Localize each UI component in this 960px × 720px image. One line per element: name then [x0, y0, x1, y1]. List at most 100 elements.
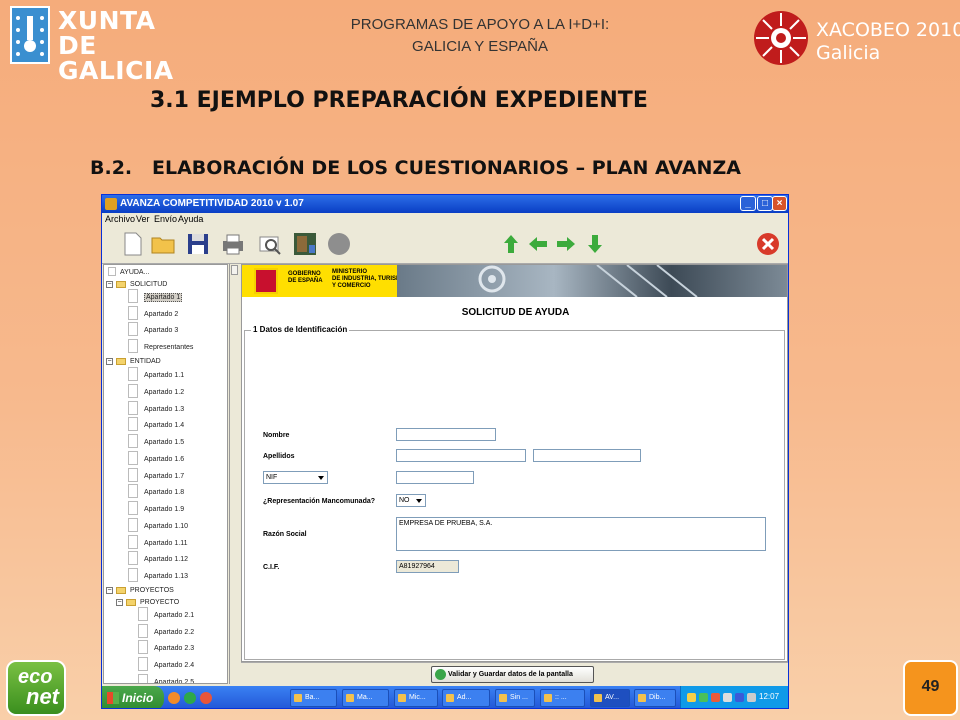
document-icon: [128, 417, 138, 432]
document-icon: [138, 657, 148, 672]
document-number-input[interactable]: [396, 471, 474, 484]
tree-item-apartado[interactable]: Apartado 2.5: [138, 673, 194, 683]
tree-item-apartado[interactable]: Apartado 1.13: [128, 568, 188, 583]
tree-label: Apartado 1.1: [144, 372, 185, 379]
exit-app-icon[interactable]: [292, 231, 318, 257]
tree-item-apartado[interactable]: Apartado 1.11: [128, 534, 187, 550]
tree-item-apartado[interactable]: Apartado 1.12: [128, 551, 188, 566]
validate-bar: Validar y Guardar datos de la pantalla: [241, 662, 788, 684]
tree-item-apartado[interactable]: Apartado 2.1: [138, 607, 195, 622]
volume-icon[interactable]: [747, 693, 756, 702]
open-folder-icon[interactable]: [150, 231, 176, 257]
pdf-preview-icon[interactable]: [257, 231, 283, 257]
close-window-button[interactable]: ×: [772, 196, 787, 211]
menu-ver[interactable]: Ver: [136, 214, 150, 224]
razon-social-input[interactable]: EMPRESA DE PRUEBA, S.A.: [396, 517, 766, 551]
quicklaunch-browser-icon[interactable]: [168, 692, 180, 704]
taskbar-window-button[interactable]: Ma...: [342, 689, 389, 707]
mancomunada-value: NO: [399, 497, 410, 504]
quicklaunch-app-icon[interactable]: [184, 692, 196, 704]
start-button[interactable]: Inicio: [102, 686, 164, 708]
collapse-icon[interactable]: −: [106, 358, 113, 365]
tray-icon[interactable]: [723, 693, 732, 702]
tree-label: Apartado 1.4: [144, 422, 185, 430]
collapse-icon[interactable]: −: [116, 599, 123, 606]
menu-archivo[interactable]: Archivo: [105, 214, 135, 224]
tray-icon[interactable]: [687, 693, 696, 702]
tree-label: Apartado 2.1: [154, 612, 195, 619]
close-icon[interactable]: [755, 231, 781, 257]
tree-scrollbar[interactable]: [229, 264, 239, 684]
banner-ministerio-text: MINISTERIO DE INDUSTRIA, TURISMO Y COMER…: [332, 269, 406, 289]
taskbar-window-button[interactable]: Dib...: [634, 689, 676, 707]
new-document-icon[interactable]: [120, 231, 146, 257]
coat-of-arms-icon: [254, 268, 278, 294]
apellido1-input[interactable]: [396, 449, 526, 462]
collapse-icon[interactable]: −: [106, 587, 113, 594]
taskbar-window-button[interactable]: Ba...: [290, 689, 337, 707]
folder-icon: [116, 587, 126, 594]
tree-item-apartado[interactable]: Apartado 1.10: [128, 517, 188, 533]
taskbar-window-button[interactable]: AV...: [590, 689, 630, 707]
tree-label: ENTIDAD: [130, 358, 161, 365]
arrow-left-icon[interactable]: [525, 231, 551, 257]
tree-item-apartado[interactable]: Representantes: [128, 339, 193, 354]
taskbar-window-button[interactable]: Sin ...: [495, 689, 535, 707]
tree-item-apartado[interactable]: Apartado 1.9: [128, 501, 184, 516]
taskbar-window-button[interactable]: Mic...: [394, 689, 438, 707]
mancomunada-select[interactable]: NO: [396, 494, 426, 507]
document-type-select[interactable]: NIF: [263, 471, 328, 484]
scroll-up-arrow-icon[interactable]: [231, 265, 238, 275]
cif-label: C.I.F.: [263, 564, 280, 571]
record-icon[interactable]: [326, 231, 352, 257]
arrow-down-icon[interactable]: [582, 231, 608, 257]
tree-folder-proyectos[interactable]: − PROYECTOS: [106, 585, 174, 597]
xunta-logo-line2: DE GALICIA: [58, 31, 174, 85]
document-icon: [128, 467, 138, 482]
apellido2-input[interactable]: [533, 449, 641, 462]
menu-envio[interactable]: Envío: [154, 214, 177, 224]
tree-item-apartado[interactable]: Apartado 1.3: [128, 400, 184, 416]
tree-item-apartado[interactable]: Apartado 2.4: [138, 657, 194, 672]
xunta-logo-text: XUNTA DE GALICIA: [58, 8, 200, 83]
xacobeo-logo-line2: Galicia: [816, 42, 881, 64]
taskbar-window-button[interactable]: Ad...: [442, 689, 490, 707]
arrow-right-icon[interactable]: [553, 231, 579, 257]
tree-item-apartado[interactable]: Apartado 2.3: [138, 640, 194, 655]
tree-item-apartado[interactable]: Apartado 2.2: [138, 623, 194, 639]
print-icon[interactable]: [220, 231, 246, 257]
tree-label: Apartado 1.6: [144, 455, 185, 463]
menu-ayuda[interactable]: Ayuda: [178, 214, 203, 224]
quicklaunch-firefox-icon[interactable]: [200, 692, 212, 704]
arrow-up-icon[interactable]: [498, 231, 524, 257]
identification-section: 1 Datos de Identificación Nombre Apellid…: [244, 325, 785, 660]
xacobeo-logo: XACOBEO 2010 Galicia: [752, 6, 960, 70]
window-titlebar[interactable]: AVANZA COMPETITIVIDAD 2010 v 1.07 _ □ ×: [102, 195, 788, 213]
tree-item-apartado[interactable]: Apartado 1: [128, 289, 183, 304]
validate-save-button[interactable]: Validar y Guardar datos de la pantalla: [431, 666, 594, 683]
tree-item-apartado[interactable]: Apartado 1.5: [128, 434, 185, 449]
tree-item-apartado[interactable]: Apartado 2: [128, 305, 178, 321]
tree-item-apartado[interactable]: Apartado 1.4: [128, 417, 185, 432]
tree-item-apartado[interactable]: Apartado 1.1: [128, 367, 185, 382]
nombre-input[interactable]: [396, 428, 496, 441]
minimize-button[interactable]: _: [740, 196, 756, 211]
taskbar-window-button[interactable]: :: ...: [540, 689, 585, 707]
tree-item-apartado[interactable]: Apartado 1.8: [128, 484, 184, 499]
tree-item-apartado[interactable]: Apartado 1.2: [128, 383, 184, 399]
cif-input[interactable]: A81927964: [396, 560, 459, 573]
tree-item-apartado[interactable]: Apartado 1.6: [128, 450, 185, 466]
collapse-icon[interactable]: −: [106, 281, 113, 288]
tray-icon[interactable]: [735, 693, 744, 702]
document-icon: [128, 568, 138, 582]
tray-icon[interactable]: [711, 693, 720, 702]
save-icon[interactable]: [185, 231, 211, 257]
tree-item-apartado[interactable]: Apartado 3: [128, 322, 178, 337]
maximize-button[interactable]: □: [757, 196, 773, 211]
tree-label: Apartado 1.5: [144, 439, 185, 446]
tray-icon[interactable]: [699, 693, 708, 702]
tree-item-ayuda[interactable]: AYUDA...: [108, 267, 149, 279]
tree-item-apartado[interactable]: Apartado 1.7: [128, 467, 184, 483]
windows-logo-icon: [107, 692, 119, 704]
tree-label: SOLICITUD: [130, 281, 168, 288]
